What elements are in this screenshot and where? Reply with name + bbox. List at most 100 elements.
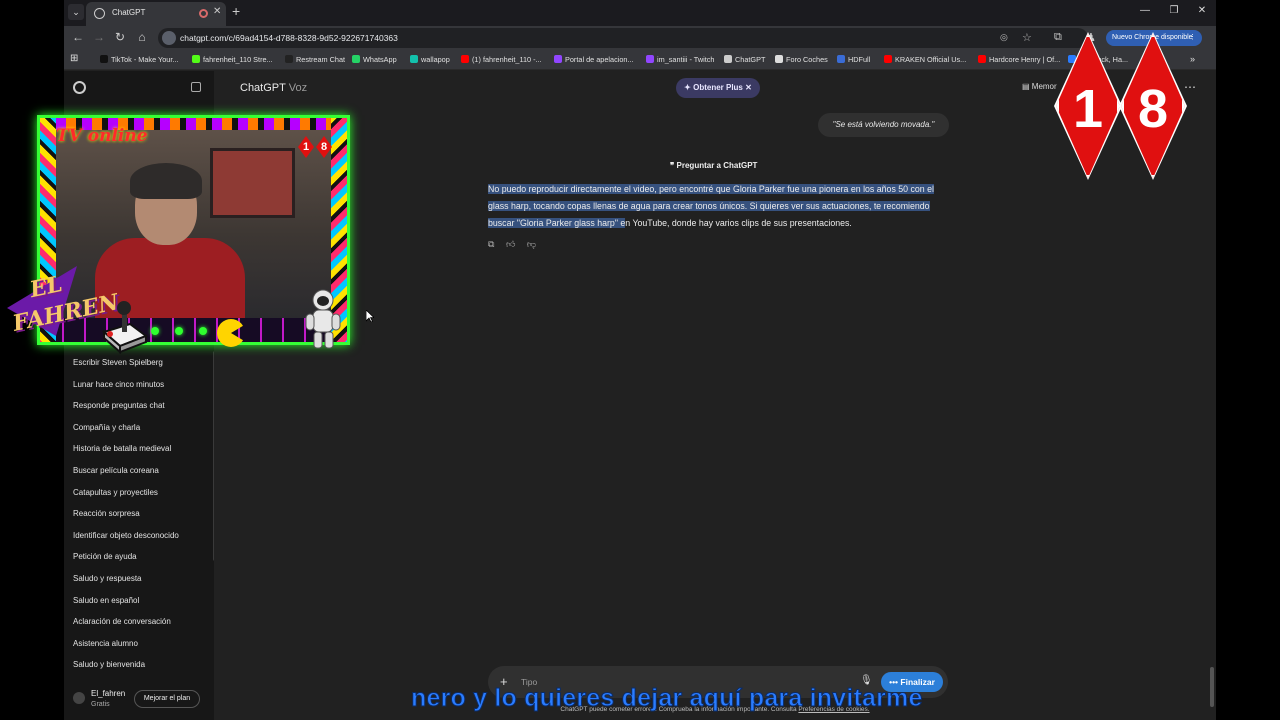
extensions-icon[interactable]: ⧉ xyxy=(1054,31,1062,44)
bookmark-label: TikTok - Make Your... xyxy=(111,55,179,64)
thumbs-down-icon[interactable]: 👎︎ xyxy=(527,239,536,249)
sidebar-chat-item[interactable]: Petición de ayuda xyxy=(73,552,137,561)
forward-icon[interactable]: → xyxy=(91,30,107,44)
stream-ticker: nero y lo quieres dejar aquí para invita… xyxy=(411,684,923,713)
mouse-cursor-icon xyxy=(366,310,374,322)
sidebar-chat-item[interactable]: Saludo en español xyxy=(73,596,139,605)
bookmark-favicon-icon xyxy=(285,55,293,63)
bookmark-label: Foro Coches xyxy=(786,55,828,64)
bookmark-item[interactable]: HDFull xyxy=(837,55,870,64)
apps-grid-icon[interactable]: ⊞ xyxy=(70,53,78,64)
openai-logo-icon[interactable] xyxy=(73,81,86,94)
bookmark-item[interactable]: KRAKEN Official Us... xyxy=(884,55,966,64)
bookmark-item[interactable]: TikTok - Make Your... xyxy=(100,55,178,64)
copy-icon[interactable]: ⧉ xyxy=(488,239,494,249)
sidebar-chat-item[interactable]: Responde preguntas chat xyxy=(73,401,165,410)
user-message-bubble: "Se está volviendo movada." xyxy=(818,113,949,137)
get-plus-label: Obtener Plus xyxy=(693,83,743,92)
avatar[interactable] xyxy=(73,692,85,704)
bookmark-label: Hardcore Henry | Of... xyxy=(989,55,1061,64)
pacman-dot xyxy=(175,327,183,335)
bookmark-label: WhatsApp xyxy=(363,55,397,64)
bookmark-favicon-icon xyxy=(646,55,654,63)
bookmarks-overflow-icon[interactable]: » xyxy=(1190,54,1195,64)
thumbs-up-icon[interactable]: 👍︎ xyxy=(506,239,515,249)
sidebar-chat-item[interactable]: Asistencia alumno xyxy=(73,639,138,648)
sidebar-chat-item[interactable]: Saludo y bienvenida xyxy=(73,660,145,669)
message-actions: ⧉ 👍︎ 👎︎ xyxy=(488,239,545,250)
memory-label: Memor xyxy=(1031,82,1057,91)
sidebar-chat-item[interactable]: Catapultas y proyectiles xyxy=(73,488,158,497)
sidebar-chat-item[interactable]: Identificar objeto desconocido xyxy=(73,531,179,540)
bookmark-label: KRAKEN Official Us... xyxy=(895,55,967,64)
sidebar-chat-item[interactable]: Reacción sorpresa xyxy=(73,509,140,518)
user-plan: Gratis xyxy=(91,701,110,708)
user-name: El_fahren xyxy=(91,689,126,698)
get-plus-button[interactable]: ✦ Obtener Plus ✕ xyxy=(676,78,760,98)
bookmark-item[interactable]: WhatsApp xyxy=(352,55,397,64)
bookmark-label: im_santiii - Twitch xyxy=(657,55,715,64)
close-tab-icon[interactable]: ✕ xyxy=(213,6,221,17)
bookmark-item[interactable]: Hardcore Henry | Of... xyxy=(978,55,1060,64)
model-mode: Voz xyxy=(288,82,308,94)
pacman-dot xyxy=(199,327,207,335)
memory-button[interactable]: ▤ Memor xyxy=(1022,82,1057,91)
model-name: ChatGPT xyxy=(240,82,286,94)
upgrade-plan-button[interactable]: Mejorar el plan xyxy=(134,690,200,708)
bookmark-star-icon[interactable]: ☆ xyxy=(1022,31,1032,44)
bookmark-item[interactable]: wallapop xyxy=(410,55,450,64)
bookmark-label: Portal de apelacion... xyxy=(565,55,634,64)
bookmark-item[interactable]: ChatGPT xyxy=(724,55,765,64)
reload-icon[interactable]: ↻ xyxy=(112,30,128,44)
tab-search-button[interactable]: ⌄ xyxy=(68,4,84,20)
bookmark-item[interactable]: Restream Chat xyxy=(285,55,345,64)
bookmark-label: HDFull xyxy=(848,55,871,64)
page-title[interactable]: ChatGPT Voz xyxy=(240,82,307,94)
browser-toolbar: ← → ↻ ⌂ chatgpt.com/c/69ad4154-d788-8328… xyxy=(64,26,1216,50)
bookmark-label: ChatGPT xyxy=(735,55,766,64)
bookmark-item[interactable]: fahrenheit_110 Stre... xyxy=(192,55,273,64)
sidebar-chat-item[interactable]: Compañía y charla xyxy=(73,423,140,432)
sidebar-chat-item[interactable]: Historia de batalla medieval xyxy=(73,444,171,453)
sidebar-chat-item[interactable]: Aclaración de conversación xyxy=(73,617,171,626)
bookmark-favicon-icon xyxy=(775,55,783,63)
more-options-icon[interactable]: ⋯ xyxy=(1184,80,1196,94)
astronaut-icon xyxy=(305,289,341,349)
bookmark-favicon-icon xyxy=(192,55,200,63)
browser-window: ⌄ ChatGPT ✕ + — ❐ ✕ ← → ↻ ⌂ chatgpt.com/… xyxy=(64,0,1216,720)
site-info-icon[interactable] xyxy=(162,31,176,45)
close-icon[interactable]: ✕ xyxy=(743,83,752,92)
answer-text: n YouTube, donde hay varios clips de sus… xyxy=(625,218,852,228)
restore-icon[interactable]: ❐ xyxy=(1167,5,1181,16)
sidebar-toggle-icon[interactable] xyxy=(191,82,201,92)
close-window-icon[interactable]: ✕ xyxy=(1195,5,1209,16)
bookmark-label: fahrenheit_110 Stre... xyxy=(203,55,273,64)
screen: ⌄ ChatGPT ✕ + — ❐ ✕ ← → ↻ ⌂ chatgpt.com/… xyxy=(0,0,1280,720)
bookmark-item[interactable]: im_santiii - Twitch xyxy=(646,55,714,64)
bookmark-item[interactable]: (1) fahrenheit_110 -... xyxy=(461,55,542,64)
new-tab-button[interactable]: + xyxy=(232,4,240,18)
minimize-icon[interactable]: — xyxy=(1138,5,1152,16)
bookmark-label: Restream Chat xyxy=(296,55,346,64)
bookmark-favicon-icon xyxy=(884,55,892,63)
main-scrollbar[interactable] xyxy=(1210,667,1214,707)
sidebar-chat-item[interactable]: Lunar hace cinco minutos xyxy=(73,380,164,389)
ask-chatgpt-label[interactable]: ❞ Preguntar a ChatGPT xyxy=(670,161,757,170)
bookmark-item[interactable]: Foro Coches xyxy=(775,55,828,64)
sidebar-chat-item[interactable]: Saludo y respuesta xyxy=(73,574,142,583)
home-icon[interactable]: ⌂ xyxy=(134,30,150,44)
sidebar-chat-item[interactable]: Buscar película coreana xyxy=(73,466,159,475)
ask-chatgpt-text: Preguntar a ChatGPT xyxy=(676,161,758,170)
tab-title: ChatGPT xyxy=(112,8,146,17)
tab-chatgpt[interactable]: ChatGPT ✕ xyxy=(86,2,226,26)
bookmark-favicon-icon xyxy=(100,55,108,63)
bookmark-label: wallapop xyxy=(421,55,450,64)
more-vertical-icon: ⋮ xyxy=(1189,34,1196,41)
bookmark-item[interactable]: Portal de apelacion... xyxy=(554,55,634,64)
address-bar[interactable]: chatgpt.com/c/69ad4154-d788-8328-9d52-92… xyxy=(158,28,1088,48)
eye-off-icon[interactable]: ◎ xyxy=(1000,32,1008,43)
wall-poster xyxy=(210,148,295,218)
back-icon[interactable]: ← xyxy=(70,30,86,44)
streamer-hair xyxy=(130,163,202,199)
bookmark-favicon-icon xyxy=(724,55,732,63)
